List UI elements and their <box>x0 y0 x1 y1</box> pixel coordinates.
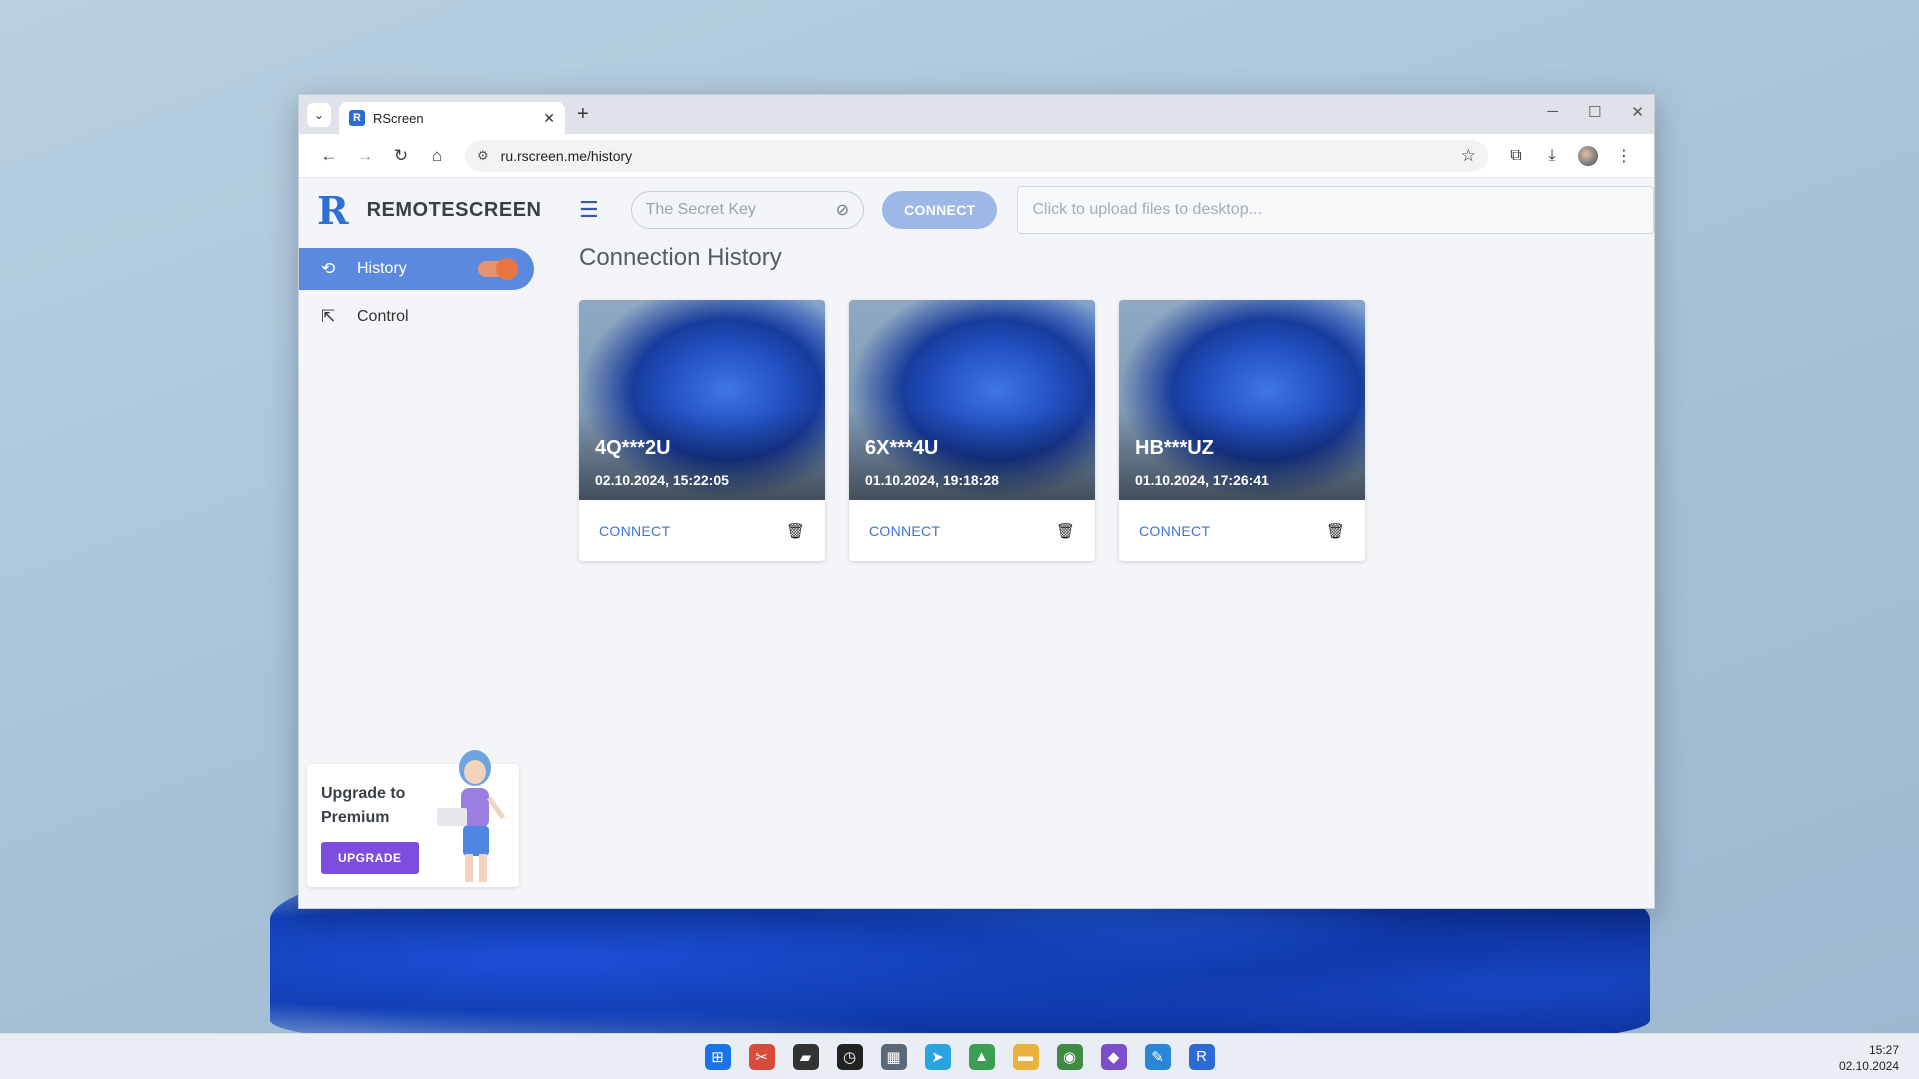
secret-key-input[interactable]: The Secret Key ⊘ <box>630 191 865 229</box>
url-text: ru.rscreen.me/history <box>500 147 633 164</box>
tab-close-icon[interactable]: ✕ <box>543 110 555 127</box>
connection-id: 4Q***2U <box>595 437 671 459</box>
sidebar-item-label: Control <box>357 308 409 325</box>
home-icon[interactable]: ⌂ <box>419 146 455 166</box>
windows-start-icon[interactable]: ⊞ <box>704 1043 731 1070</box>
card-connect-button[interactable]: CONNECT <box>869 523 1056 539</box>
trash-icon[interactable]: 🗑 <box>786 522 805 540</box>
connection-card: 4Q***2U 02.10.2024, 15:22:05 CONNECT 🗑 <box>579 300 825 561</box>
browser-tab[interactable]: R RScreen ✕ <box>339 102 565 134</box>
sidebar-item-label: History <box>357 260 407 277</box>
taskbar: ⊞ ✂ ▰ ◷ ▦ ➤ ▲ ▬ ◉ ◆ ✎ R 15:27 02.10.2024 <box>0 1033 1919 1079</box>
brand-name: REMOTESCREEN <box>366 198 542 221</box>
sidebar-item-control[interactable]: ⇱ Control <box>299 296 539 338</box>
tab-bar: ⌄ R RScreen ✕ + ─ ☐ ✕ <box>299 95 1654 134</box>
main-area: ☰ The Secret Key ⊘ CONNECT Click to uplo… <box>579 178 1655 908</box>
page-content: R REMOTESCREEN ⟲ History ⇱ Control Upgra… <box>299 178 1655 908</box>
card-actions: CONNECT 🗑 <box>579 500 825 561</box>
secret-key-placeholder: The Secret Key <box>645 201 756 218</box>
minimize-icon[interactable]: ─ <box>1547 103 1558 121</box>
maximize-icon[interactable]: ☐ <box>1588 103 1601 121</box>
download-icon[interactable]: ⤓ <box>1534 147 1570 165</box>
connection-card: HB***UZ 01.10.2024, 17:26:41 CONNECT 🗑 <box>1119 300 1365 561</box>
back-icon[interactable]: ← <box>311 146 347 166</box>
forward-icon[interactable]: → <box>347 146 383 166</box>
card-actions: CONNECT 🗑 <box>849 500 1095 561</box>
photos-icon[interactable]: ▲ <box>968 1043 995 1070</box>
connection-id: HB***UZ <box>1135 437 1214 459</box>
clock-icon[interactable]: ◷ <box>836 1043 863 1070</box>
connection-date: 01.10.2024, 17:26:41 <box>1135 472 1269 488</box>
sidebar-item-history[interactable]: ⟲ History <box>299 248 534 290</box>
file-explorer-icon[interactable]: ▬ <box>1012 1043 1039 1070</box>
top-bar: ☰ The Secret Key ⊘ CONNECT Click to uplo… <box>579 178 1655 242</box>
history-icon: ⟲ <box>321 259 336 278</box>
desktop-thumbnail: 6X***4U 01.10.2024, 19:18:28 <box>849 300 1095 500</box>
history-toggle[interactable] <box>478 258 518 280</box>
connection-id: 6X***4U <box>865 437 939 459</box>
reload-icon[interactable]: ↻ <box>383 146 419 166</box>
connection-card: 6X***4U 01.10.2024, 19:18:28 CONNECT 🗑 <box>849 300 1095 561</box>
address-bar: ← → ↻ ⌂ ⚙ ru.rscreen.me/history ☆ ⧉ ⤓ ⋮ <box>299 134 1654 178</box>
connect-button[interactable]: CONNECT <box>882 191 998 229</box>
bookmark-star-icon[interactable]: ☆ <box>1461 146 1476 166</box>
card-actions: CONNECT 🗑 <box>1119 500 1365 561</box>
connection-date: 01.10.2024, 19:18:28 <box>865 472 999 488</box>
premium-character-illustration <box>437 750 506 882</box>
menu-icon[interactable]: ☰ <box>579 197 609 223</box>
site-info-icon[interactable]: ⚙ <box>477 148 489 164</box>
snipping-tool-icon[interactable]: ✂ <box>748 1043 775 1070</box>
cursor-icon: ⇱ <box>321 307 336 326</box>
upgrade-card: Upgrade to Premium UPGRADE <box>307 750 519 887</box>
window-controls: ─ ☐ ✕ <box>1547 103 1644 121</box>
system-clock[interactable]: 15:27 02.10.2024 <box>1839 1042 1899 1074</box>
telegram-icon[interactable]: ➤ <box>924 1043 951 1070</box>
paint-icon[interactable]: ✎ <box>1144 1043 1171 1070</box>
remotescreen-logo-icon: R <box>317 187 349 233</box>
trash-icon[interactable]: 🗑 <box>1326 522 1345 540</box>
sidebar: R REMOTESCREEN ⟲ History ⇱ Control Upgra… <box>299 178 542 908</box>
url-field[interactable]: ⚙ ru.rscreen.me/history ☆ <box>465 139 1488 172</box>
extensions-icon[interactable]: ⧉ <box>1498 147 1534 165</box>
close-window-icon[interactable]: ✕ <box>1631 103 1644 121</box>
clock-time: 15:27 <box>1868 1043 1899 1057</box>
browser-menu-icon[interactable]: ⋮ <box>1606 146 1642 166</box>
visual-studio-icon[interactable]: ◆ <box>1100 1043 1127 1070</box>
trash-icon[interactable]: 🗑 <box>1056 522 1075 540</box>
upload-files-field[interactable]: Click to upload files to desktop... <box>1017 186 1655 234</box>
rscreen-icon[interactable]: R <box>1188 1043 1215 1070</box>
sticky-notes-icon[interactable]: ▰ <box>792 1043 819 1070</box>
clock-date: 02.10.2024 <box>1838 1059 1899 1073</box>
brand: R REMOTESCREEN <box>299 178 542 242</box>
desktop-thumbnail: 4Q***2U 02.10.2024, 15:22:05 <box>579 300 825 500</box>
connection-cards: 4Q***2U 02.10.2024, 15:22:05 CONNECT 🗑 6… <box>579 300 1654 561</box>
tab-title: RScreen <box>373 110 424 126</box>
upgrade-button[interactable]: UPGRADE <box>321 842 419 874</box>
connection-date: 02.10.2024, 15:22:05 <box>595 472 729 488</box>
taskbar-icons: ⊞ ✂ ▰ ◷ ▦ ➤ ▲ ▬ ◉ ◆ ✎ R <box>704 1043 1215 1070</box>
chrome-icon[interactable]: ◉ <box>1056 1043 1083 1070</box>
card-connect-button[interactable]: CONNECT <box>1139 523 1326 539</box>
rscreen-favicon-icon: R <box>349 110 365 126</box>
toggle-knob <box>496 258 518 280</box>
card-connect-button[interactable]: CONNECT <box>599 523 786 539</box>
visibility-off-icon[interactable]: ⊘ <box>836 200 849 220</box>
browser-window: ⌄ R RScreen ✕ + ─ ☐ ✕ ← → ↻ ⌂ ⚙ ru.rscre… <box>298 94 1655 909</box>
tab-search-dropdown-icon[interactable]: ⌄ <box>307 102 331 127</box>
desktop-thumbnail: HB***UZ 01.10.2024, 17:26:41 <box>1119 300 1365 500</box>
page-title: Connection History <box>579 244 782 271</box>
new-tab-button[interactable]: + <box>577 103 589 126</box>
upgrade-title: Upgrade to Premium <box>321 785 406 826</box>
calculator-icon[interactable]: ▦ <box>880 1043 907 1070</box>
profile-avatar[interactable] <box>1578 145 1598 166</box>
